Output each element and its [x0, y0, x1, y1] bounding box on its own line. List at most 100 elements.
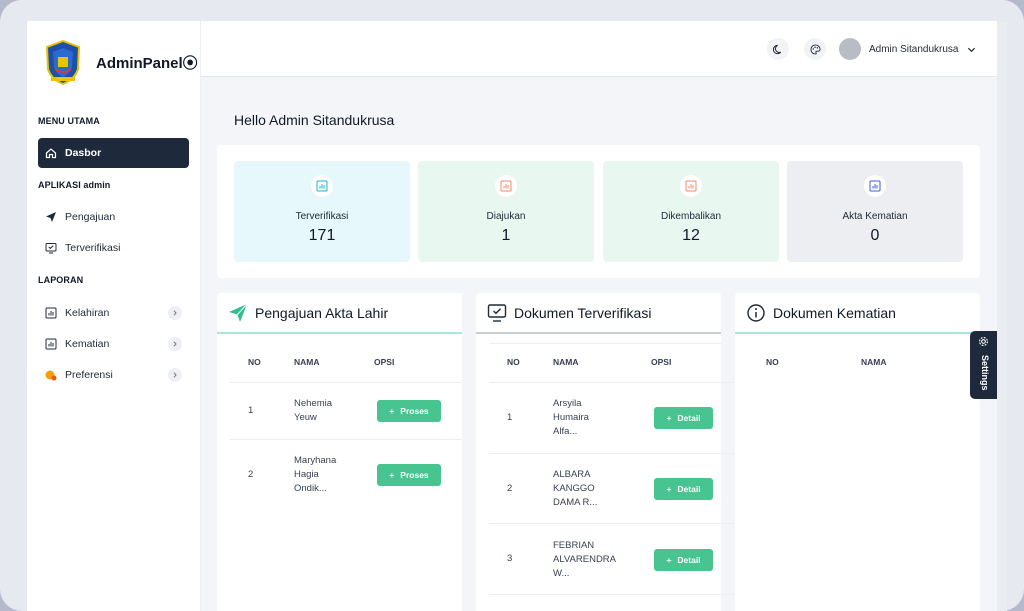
proses-button[interactable]: + Proses [377, 400, 441, 422]
section-laporan: LAPORAN [38, 275, 84, 285]
stat-card-dikembalikan[interactable]: Dikembalikan 12 [603, 161, 779, 262]
brand[interactable]: AdminPanel⦿ [43, 39, 198, 85]
column-header-nama: NAMA [294, 357, 320, 367]
stat-label: Akta Kematian [842, 211, 908, 222]
sidebar-item-label: Pengajuan [65, 211, 116, 223]
sidebar-item-kematian[interactable]: Kematian [38, 329, 189, 359]
bar-chart-icon [45, 338, 57, 350]
table-row-name: Nehemia Yeuw [294, 397, 332, 425]
button-label: Proses [400, 406, 429, 416]
sidebar-item-pengajuan[interactable]: Pengajuan [38, 202, 189, 232]
table-row-name: FEBRIAN ALVARENDRA W... [553, 539, 616, 581]
row-divider [489, 382, 734, 383]
avatar [839, 38, 861, 60]
detail-button[interactable]: + Detail [654, 407, 713, 429]
section-menu-utama: MENU UTAMA [38, 116, 100, 126]
app-screen: AdminPanel⦿ MENU UTAMA Dasbor APLIKASI a… [27, 21, 997, 611]
plus-icon: + [389, 406, 395, 416]
name-line: Hagia [294, 469, 319, 480]
card-title: Pengajuan Akta Lahir [255, 304, 389, 321]
emblem-logo-icon [45, 39, 81, 85]
table-row-no: 3 [507, 553, 513, 564]
greeting-heading: Hello Admin Sitandukrusa [234, 112, 395, 128]
chevron-right-icon [168, 368, 182, 382]
chevron-right-icon [168, 306, 182, 320]
edge-strip [997, 21, 1007, 611]
sidebar-item-label: Preferensi [65, 369, 113, 381]
info-icon [746, 303, 766, 323]
stat-card-diajukan[interactable]: Diajukan 1 [418, 161, 594, 262]
name-line: KANGGO [553, 483, 595, 494]
row-divider [230, 382, 462, 383]
sidebar-item-dasbor[interactable]: Dasbor [38, 138, 189, 168]
monitor-check-icon [487, 303, 507, 323]
stat-chart-icon [680, 175, 702, 197]
section-aplikasi-admin: APLIKASI admin [38, 180, 111, 190]
stat-chart-icon [495, 175, 517, 197]
sidebar-item-kelahiran[interactable]: Kelahiran [38, 298, 189, 328]
stat-card-terverifikasi[interactable]: Terverifikasi 171 [234, 161, 410, 262]
card-title: Dokumen Kematian [773, 304, 896, 321]
stat-value: 12 [682, 227, 700, 244]
home-icon [45, 147, 57, 159]
name-line: FEBRIAN [553, 540, 595, 551]
name-line: Alfa... [553, 426, 578, 437]
stat-label: Terverifikasi [295, 211, 349, 222]
stat-card-akta-kematian[interactable]: Akta Kematian 0 [787, 161, 963, 262]
detail-button[interactable]: + Detail [654, 478, 713, 500]
column-header-no: NO [248, 357, 261, 367]
name-line: Maryhana [294, 455, 337, 466]
preferences-icon [45, 369, 57, 381]
button-label: Detail [677, 413, 701, 423]
row-divider [489, 594, 734, 595]
chevron-down-icon [967, 45, 976, 54]
bar-chart-icon [45, 307, 57, 319]
monitor-check-icon [45, 242, 57, 254]
name-line: Ondik... [294, 483, 327, 494]
sidebar: AdminPanel⦿ MENU UTAMA Dasbor APLIKASI a… [27, 21, 201, 611]
name-line: ALVARENDRA [553, 554, 616, 565]
card-title: Dokumen Terverifikasi [514, 304, 652, 321]
table-row-no: 1 [248, 405, 254, 416]
brand-name: AdminPanel⦿ [96, 54, 198, 72]
stat-value: 1 [501, 227, 511, 244]
card-dokumen-kematian: Dokumen Kematian NO NAMA [735, 293, 980, 611]
settings-tab[interactable]: Settings [970, 331, 997, 399]
name-line: ALBARA [553, 469, 591, 480]
send-icon [45, 211, 57, 223]
table-row-name: ALBARA KANGGO DAMA R... [553, 468, 597, 510]
button-label: Detail [677, 484, 701, 494]
stats-panel: Terverifikasi 171 Diajukan 1 Dikembalika… [217, 145, 980, 278]
column-header-nama: NAMA [553, 357, 579, 367]
dark-mode-toggle[interactable] [767, 38, 789, 60]
stat-chart-icon [864, 175, 886, 197]
user-name: Admin Sitandukrusa [869, 43, 959, 55]
table-row-name: Arsyila Humaira Alfa... [553, 397, 589, 439]
row-divider [489, 453, 734, 454]
user-menu[interactable]: Admin Sitandukrusa [839, 38, 976, 60]
sidebar-item-label: Dasbor [65, 147, 102, 159]
stat-chart-icon [311, 175, 333, 197]
name-line: Humaira [553, 412, 589, 423]
sidebar-item-terverifikasi[interactable]: Terverifikasi [38, 233, 189, 263]
send-icon [228, 303, 248, 323]
palette-icon [810, 43, 821, 55]
table-row-no: 1 [507, 412, 513, 423]
plus-icon: + [666, 484, 672, 494]
table-row-no: 2 [507, 483, 513, 494]
column-header-opsi: OPSI [374, 357, 395, 367]
name-line: Nehemia [294, 398, 333, 409]
column-header-nama: NAMA [861, 357, 887, 367]
theme-palette-button[interactable] [804, 38, 826, 60]
proses-button[interactable]: + Proses [377, 464, 441, 486]
stat-label: Diajukan [486, 211, 526, 222]
name-line: Arsyila [553, 398, 582, 409]
table-row-no: 2 [248, 469, 254, 480]
name-line: W... [553, 568, 570, 579]
sidebar-item-preferensi[interactable]: Preferensi [38, 360, 189, 390]
button-label: Detail [677, 555, 701, 565]
card-dokumen-terverifikasi: Dokumen Terverifikasi NO NAMA OPSI 1 Ars… [476, 293, 734, 611]
card-header: Dokumen Terverifikasi [476, 293, 721, 334]
name-line: DAMA R... [553, 497, 598, 508]
detail-button[interactable]: + Detail [654, 549, 713, 571]
